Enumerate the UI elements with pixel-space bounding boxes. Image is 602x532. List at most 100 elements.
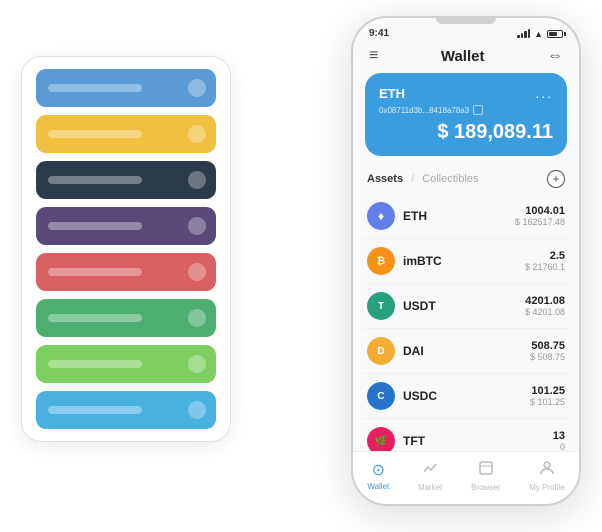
menu-icon[interactable]: ≡ (369, 47, 378, 65)
scene: 9:41 ▲ ≡ Wallet ⇔ ETH (21, 16, 581, 516)
card-icon (188, 217, 206, 235)
asset-amounts: 101.25 $ 101.25 (530, 385, 565, 407)
page-title: Wallet (441, 48, 485, 65)
profile-nav-label: My Profile (529, 483, 565, 492)
asset-usd: 0 (553, 442, 565, 451)
eth-label: ETH (379, 86, 405, 101)
card-bar (48, 360, 142, 368)
asset-list: ♦ ETH 1004.01 $ 162517.48 ₿ imBTC 2.5 $ … (353, 194, 579, 451)
market-nav-label: Market (418, 483, 442, 492)
asset-amount: 101.25 (530, 385, 565, 397)
table-row[interactable]: C USDC 101.25 $ 101.25 (363, 374, 569, 419)
copy-icon[interactable] (473, 105, 483, 115)
market-nav-icon (422, 460, 438, 481)
asset-symbol: ETH (403, 209, 515, 223)
asset-amount: 13 (553, 430, 565, 442)
asset-usd: $ 508.75 (530, 352, 565, 362)
asset-amounts: 4201.08 $ 4201.08 (525, 295, 565, 317)
list-item[interactable] (36, 69, 216, 107)
asset-symbol: USDT (403, 299, 525, 313)
list-item[interactable] (36, 253, 216, 291)
asset-symbol: imBTC (403, 254, 525, 268)
card-icon (188, 355, 206, 373)
card-icon (188, 125, 206, 143)
eth-card[interactable]: ETH ... 0x08711d3b...8418a78a3 $ 189,089… (365, 73, 567, 156)
card-icon (188, 171, 206, 189)
status-time: 9:41 (369, 28, 389, 39)
table-row[interactable]: ♦ ETH 1004.01 $ 162517.48 (363, 194, 569, 239)
table-row[interactable]: T USDT 4201.08 $ 4201.08 (363, 284, 569, 329)
asset-usd: $ 162517.48 (515, 217, 565, 227)
asset-usd: $ 21760.1 (525, 262, 565, 272)
bottom-nav: ⊙ Wallet Market Browser (353, 451, 579, 504)
card-bar (48, 406, 142, 414)
imbtc-icon: ₿ (367, 247, 395, 275)
asset-symbol: USDC (403, 389, 530, 403)
card-stack (21, 56, 231, 442)
table-row[interactable]: ₿ imBTC 2.5 $ 21760.1 (363, 239, 569, 284)
asset-amounts: 1004.01 $ 162517.48 (515, 205, 565, 227)
card-icon (188, 79, 206, 97)
assets-header: Assets / Collectibles + (353, 166, 579, 194)
table-row[interactable]: D DAI 508.75 $ 508.75 (363, 329, 569, 374)
eth-more-icon[interactable]: ... (535, 85, 553, 101)
tab-assets[interactable]: Assets (367, 173, 403, 185)
signal-icon (517, 29, 530, 38)
list-item[interactable] (36, 345, 216, 383)
asset-amount: 4201.08 (525, 295, 565, 307)
card-bar (48, 222, 142, 230)
status-icons: ▲ (517, 29, 563, 39)
browser-nav-icon (478, 460, 494, 481)
eth-icon: ♦ (367, 202, 395, 230)
tab-collectibles[interactable]: Collectibles (422, 173, 478, 185)
list-item[interactable] (36, 207, 216, 245)
eth-card-header: ETH ... (379, 85, 553, 101)
battery-icon (547, 30, 563, 38)
asset-amounts: 13 0 (553, 430, 565, 451)
asset-amount: 1004.01 (515, 205, 565, 217)
list-item[interactable] (36, 391, 216, 429)
table-row[interactable]: 🌿 TFT 13 0 (363, 419, 569, 451)
card-bar (48, 176, 142, 184)
nav-browser[interactable]: Browser (471, 460, 500, 492)
asset-amounts: 508.75 $ 508.75 (530, 340, 565, 362)
asset-amount: 2.5 (525, 250, 565, 262)
phone-frame: 9:41 ▲ ≡ Wallet ⇔ ETH (351, 16, 581, 506)
assets-tabs: Assets / Collectibles (367, 173, 478, 185)
dai-icon: D (367, 337, 395, 365)
eth-balance: $ 189,089.11 (379, 121, 553, 144)
nav-profile[interactable]: My Profile (529, 460, 565, 492)
card-icon (188, 309, 206, 327)
wifi-icon: ▲ (534, 29, 543, 39)
asset-usd: $ 4201.08 (525, 307, 565, 317)
phone-notch (436, 18, 496, 24)
tab-divider: / (411, 173, 414, 185)
wallet-nav-icon: ⊙ (372, 460, 385, 480)
eth-address: 0x08711d3b...8418a78a3 (379, 105, 553, 115)
card-bar (48, 314, 142, 322)
list-item[interactable] (36, 115, 216, 153)
profile-nav-icon (539, 460, 555, 481)
card-icon (188, 401, 206, 419)
asset-usd: $ 101.25 (530, 397, 565, 407)
nav-market[interactable]: Market (418, 460, 442, 492)
card-bar (48, 130, 142, 138)
card-bar (48, 84, 142, 92)
asset-amount: 508.75 (530, 340, 565, 352)
wallet-nav-label: Wallet (367, 482, 389, 491)
asset-amounts: 2.5 $ 21760.1 (525, 250, 565, 272)
add-asset-button[interactable]: + (547, 170, 565, 188)
card-icon (188, 263, 206, 281)
usdt-icon: T (367, 292, 395, 320)
nav-wallet[interactable]: ⊙ Wallet (367, 460, 389, 492)
scan-icon[interactable]: ⇔ (547, 47, 563, 65)
card-bar (48, 268, 142, 276)
asset-symbol: DAI (403, 344, 530, 358)
asset-symbol: TFT (403, 434, 553, 448)
phone-header: ≡ Wallet ⇔ (353, 43, 579, 73)
browser-nav-label: Browser (471, 483, 500, 492)
list-item[interactable] (36, 299, 216, 337)
list-item[interactable] (36, 161, 216, 199)
usdc-icon: C (367, 382, 395, 410)
tft-icon: 🌿 (367, 427, 395, 451)
